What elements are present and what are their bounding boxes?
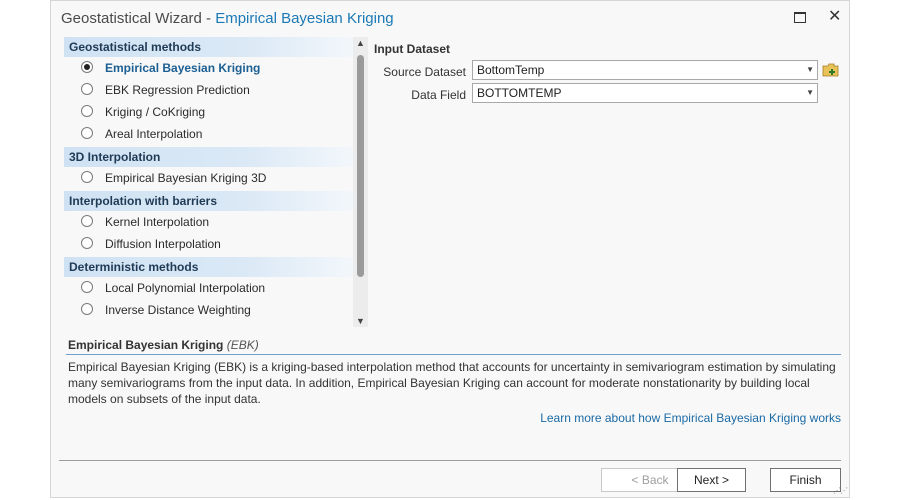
method-option[interactable]: Diffusion Interpolation xyxy=(64,233,369,255)
title-separator: - xyxy=(206,10,212,27)
method-label: Inverse Distance Weighting xyxy=(105,303,251,317)
input-dataset-title: Input Dataset xyxy=(374,42,451,56)
method-label: Areal Interpolation xyxy=(105,127,203,141)
footer-divider xyxy=(59,460,841,461)
methods-scrollbar[interactable]: ▲ ▼ xyxy=(353,37,368,327)
method-label: Diffusion Interpolation xyxy=(105,237,221,251)
source-dataset-label: Source Dataset xyxy=(383,65,466,79)
next-button[interactable]: Next > xyxy=(677,468,746,492)
description-abbr: (EBK) xyxy=(226,338,259,352)
category-header: Geostatistical methods xyxy=(64,37,369,57)
method-radio[interactable] xyxy=(81,237,93,249)
method-option[interactable]: Empirical Bayesian Kriging xyxy=(64,57,369,79)
maximize-icon xyxy=(794,12,806,23)
title-prefix: Geostatistical Wizard xyxy=(61,10,202,27)
method-option[interactable]: Inverse Distance Weighting xyxy=(64,299,369,321)
method-option[interactable]: EBK Regression Prediction xyxy=(64,79,369,101)
method-label: Empirical Bayesian Kriging 3D xyxy=(105,171,267,185)
method-label: Empirical Bayesian Kriging xyxy=(105,61,261,75)
add-data-button[interactable] xyxy=(822,62,840,78)
chevron-down-icon: ▼ xyxy=(806,88,814,97)
method-option[interactable]: Kriging / CoKriging xyxy=(64,101,369,123)
method-radio[interactable] xyxy=(81,215,93,227)
description-divider xyxy=(66,354,841,355)
description-method-name: Empirical Bayesian Kriging xyxy=(68,338,224,352)
maximize-button[interactable] xyxy=(789,6,811,28)
geostatistical-wizard-dialog: Geostatistical Wizard - Empirical Bayesi… xyxy=(50,0,850,498)
scroll-thumb[interactable] xyxy=(357,55,364,277)
title-method: Empirical Bayesian Kriging xyxy=(215,10,394,27)
close-icon: ✕ xyxy=(828,8,842,25)
method-radio[interactable] xyxy=(81,171,93,183)
methods-list: Geostatistical methods Empirical Bayesian… xyxy=(64,37,369,327)
window-title: Geostatistical Wizard - Empirical Bayesi… xyxy=(61,10,394,27)
method-radio[interactable] xyxy=(81,83,93,95)
finish-button[interactable]: Finish xyxy=(770,468,841,492)
close-button[interactable]: ✕ xyxy=(824,6,846,28)
method-radio[interactable] xyxy=(81,303,93,315)
input-dataset-panel: Input Dataset Source Dataset BottomTemp … xyxy=(371,37,841,137)
method-option[interactable]: Local Polynomial Interpolation xyxy=(64,277,369,299)
method-option[interactable]: Empirical Bayesian Kriging 3D xyxy=(64,167,369,189)
title-bar: Geostatistical Wizard - Empirical Bayesi… xyxy=(51,1,849,35)
method-option[interactable]: Areal Interpolation xyxy=(64,123,369,145)
description-text: Empirical Bayesian Kriging (EBK) is a kr… xyxy=(68,360,836,406)
category-header: Interpolation with barriers xyxy=(64,191,369,211)
learn-more-link[interactable]: Learn more about how Empirical Bayesian … xyxy=(540,411,841,425)
data-field-label: Data Field xyxy=(411,88,466,102)
description-title: Empirical Bayesian Kriging (EBK) xyxy=(68,338,259,352)
resize-grip-icon[interactable]: ⋰⋰ xyxy=(833,486,848,495)
method-label: Kernel Interpolation xyxy=(105,215,210,229)
source-dataset-select[interactable]: BottomTemp ▼ xyxy=(472,60,818,80)
source-dataset-value: BottomTemp xyxy=(477,63,545,77)
folder-add-icon xyxy=(822,63,839,77)
method-label: Kriging / CoKriging xyxy=(105,105,206,119)
chevron-down-icon: ▼ xyxy=(806,65,814,74)
method-radio[interactable] xyxy=(81,127,93,139)
scroll-up-icon[interactable]: ▲ xyxy=(356,38,365,48)
method-label: Local Polynomial Interpolation xyxy=(105,281,266,295)
method-radio[interactable] xyxy=(81,105,93,117)
method-label: EBK Regression Prediction xyxy=(105,83,250,97)
data-field-value: BOTTOMTEMP xyxy=(477,86,562,100)
category-header: 3D Interpolation xyxy=(64,147,369,167)
data-field-select[interactable]: BOTTOMTEMP ▼ xyxy=(472,83,818,103)
scroll-down-icon[interactable]: ▼ xyxy=(356,316,365,326)
method-radio[interactable] xyxy=(81,281,93,293)
method-radio[interactable] xyxy=(81,61,93,73)
category-header: Deterministic methods xyxy=(64,257,369,277)
method-option[interactable]: Kernel Interpolation xyxy=(64,211,369,233)
